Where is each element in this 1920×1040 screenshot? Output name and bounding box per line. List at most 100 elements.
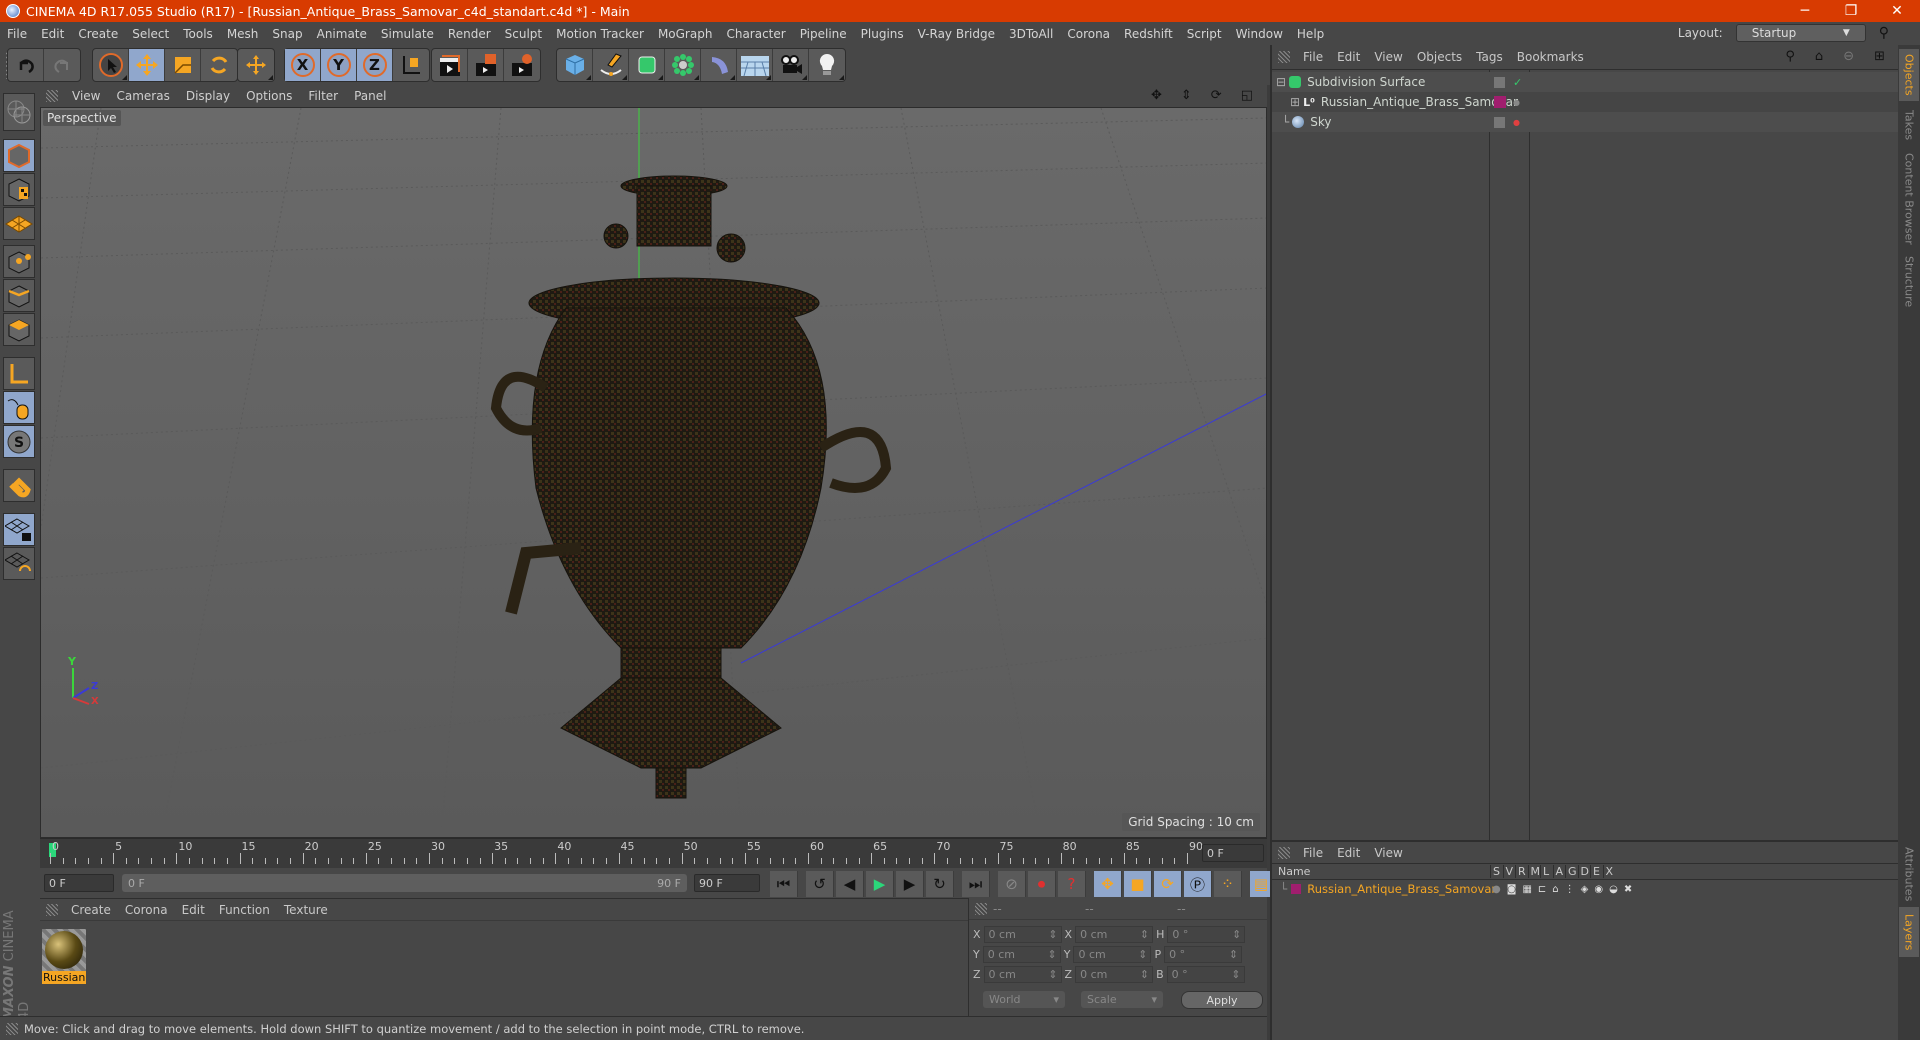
menu-file[interactable]: File bbox=[0, 27, 34, 41]
edges-mode-button[interactable] bbox=[3, 279, 35, 312]
polygons-mode-button[interactable] bbox=[3, 313, 35, 346]
render-toggle-icon[interactable]: ▦ bbox=[1522, 884, 1531, 895]
restore-button[interactable]: ❐ bbox=[1828, 0, 1874, 22]
expressions-toggle-icon[interactable]: ◒ bbox=[1609, 884, 1618, 895]
visibility-dots-icon[interactable]: ● bbox=[1513, 98, 1520, 107]
layer-menu-view[interactable]: View bbox=[1367, 846, 1409, 860]
material-item[interactable]: Russian bbox=[42, 929, 86, 985]
layout-dropdown[interactable]: Startup ▼ bbox=[1735, 24, 1866, 42]
menu-motion-tracker[interactable]: Motion Tracker bbox=[549, 27, 651, 41]
y-axis-button[interactable]: Y bbox=[321, 49, 357, 81]
minimize-button[interactable]: ─ bbox=[1782, 0, 1828, 22]
size-y-field[interactable]: 0 cm ⇕ bbox=[1073, 946, 1152, 963]
layer-column-header[interactable]: G bbox=[1565, 865, 1577, 878]
render-settings-button[interactable] bbox=[504, 49, 540, 81]
layer-column-header[interactable]: X bbox=[1602, 865, 1613, 878]
panel-grip[interactable] bbox=[46, 903, 58, 916]
points-mode-button[interactable] bbox=[3, 245, 35, 278]
keyframe-selection-button[interactable]: ? bbox=[1058, 871, 1086, 897]
layer-column-header[interactable]: V bbox=[1502, 865, 1513, 878]
object-menu-bookmarks[interactable]: Bookmarks bbox=[1510, 50, 1591, 64]
tweak-mode-button[interactable] bbox=[3, 391, 35, 424]
object-menu-tags[interactable]: Tags bbox=[1469, 50, 1510, 64]
viewport-menu-options[interactable]: Options bbox=[238, 89, 300, 103]
xref-toggle-icon[interactable]: ✖ bbox=[1624, 884, 1632, 895]
editor-visibility-icon[interactable] bbox=[1494, 76, 1505, 88]
material-menu-create[interactable]: Create bbox=[64, 903, 118, 917]
viewport-menu-display[interactable]: Display bbox=[178, 89, 238, 103]
menu-edit[interactable]: Edit bbox=[34, 27, 71, 41]
menu-create[interactable]: Create bbox=[71, 27, 125, 41]
timeline-ruler[interactable]: 0 5 10 15 20 25 30 35 40 45 50 55 60 65 70 75 80 85 90 0 F bbox=[40, 838, 1267, 868]
manager-toggle-icon[interactable]: ⊏ bbox=[1538, 884, 1546, 895]
next-keyframe-button[interactable]: ↻ bbox=[926, 871, 954, 897]
orbit-view-icon[interactable]: ⟳ bbox=[1203, 88, 1230, 103]
key-position-button[interactable]: ✥ bbox=[1094, 871, 1122, 897]
add-cloner-button[interactable] bbox=[665, 49, 701, 81]
pos-y-field[interactable]: 0 cm ⇕ bbox=[982, 946, 1061, 963]
menu-vray-bridge[interactable]: V-Ray Bridge bbox=[911, 27, 1002, 41]
key-rotation-button[interactable]: ⟳ bbox=[1154, 871, 1182, 897]
redo-button[interactable] bbox=[44, 49, 80, 81]
menu-render[interactable]: Render bbox=[441, 27, 498, 41]
viewport-menu-panel[interactable]: Panel bbox=[346, 89, 394, 103]
panel-grip[interactable] bbox=[46, 90, 58, 102]
add-spline-button[interactable] bbox=[593, 49, 629, 81]
undo-button[interactable] bbox=[8, 49, 44, 81]
axis-mode-button[interactable] bbox=[3, 357, 35, 390]
search-icon[interactable]: ⚲ bbox=[1778, 49, 1802, 64]
home-icon[interactable]: ⌂ bbox=[1808, 49, 1830, 64]
solo-toggle-icon[interactable]: ● bbox=[1492, 884, 1501, 895]
x-axis-button[interactable]: X bbox=[285, 49, 321, 81]
panel-grip[interactable] bbox=[1278, 846, 1290, 859]
viewport-menu-view[interactable]: View bbox=[64, 89, 108, 103]
object-menu-view[interactable]: View bbox=[1367, 50, 1409, 64]
move-button[interactable] bbox=[129, 49, 165, 81]
go-to-start-button[interactable]: ⏮ bbox=[770, 871, 798, 897]
render-picture-viewer-button[interactable] bbox=[468, 49, 504, 81]
record-active-button[interactable]: ⊘ bbox=[998, 871, 1026, 897]
menu-character[interactable]: Character bbox=[719, 27, 792, 41]
object-row[interactable]: ⊟ Subdivision Surface ✓ bbox=[1272, 72, 1900, 92]
layer-row[interactable]: └ Russian_Antique_Brass_Samovar ● ◙ ▦ ⊏ … bbox=[1272, 880, 1898, 898]
size-z-field[interactable]: 0 cm ⇕ bbox=[1075, 966, 1154, 983]
layer-column-header[interactable]: A bbox=[1552, 865, 1563, 878]
expand-icon[interactable]: ⊞ bbox=[1290, 95, 1300, 109]
render-visibility-dot-icon[interactable]: ● bbox=[1513, 118, 1520, 127]
previous-frame-button[interactable]: ◀ bbox=[836, 871, 864, 897]
add-floor-button[interactable] bbox=[737, 49, 773, 81]
material-menu-texture[interactable]: Texture bbox=[277, 903, 335, 917]
add-camera-button[interactable] bbox=[773, 49, 809, 81]
tab-content-browser[interactable]: Content Browser bbox=[1899, 149, 1919, 249]
pan-view-icon[interactable]: ✥ bbox=[1143, 88, 1170, 103]
animation-toggle-icon[interactable]: ⋮ bbox=[1565, 884, 1575, 895]
layer-color-swatch[interactable] bbox=[1494, 96, 1506, 108]
material-menu-corona[interactable]: Corona bbox=[118, 903, 175, 917]
workplane-rotate-button[interactable] bbox=[3, 547, 35, 580]
make-editable-button[interactable] bbox=[3, 93, 35, 131]
eye-icon[interactable]: ⊖ bbox=[1836, 49, 1861, 64]
layer-menu-file[interactable]: File bbox=[1296, 846, 1330, 860]
material-menu-edit[interactable]: Edit bbox=[175, 903, 212, 917]
coordinate-system-button[interactable] bbox=[393, 49, 429, 81]
object-row[interactable]: ⊞ L⁰ Russian_Antique_Brass_Samovar ● bbox=[1272, 92, 1900, 112]
rot-h-field[interactable]: 0 ° ⇕ bbox=[1167, 926, 1246, 943]
live-selection-button[interactable] bbox=[93, 49, 129, 81]
go-to-end-button[interactable]: ⏭ bbox=[962, 871, 990, 897]
panel-grip[interactable] bbox=[975, 902, 987, 915]
object-row[interactable]: └ Sky ● bbox=[1272, 112, 1900, 132]
layer-column-header[interactable]: R bbox=[1515, 865, 1526, 878]
layer-column-header[interactable]: M bbox=[1527, 865, 1540, 878]
menu-pipeline[interactable]: Pipeline bbox=[793, 27, 854, 41]
size-x-field[interactable]: 0 cm ⇕ bbox=[1075, 926, 1154, 943]
view-toggle-icon[interactable]: ◙ bbox=[1507, 884, 1517, 895]
rot-b-field[interactable]: 0 ° ⇕ bbox=[1166, 966, 1245, 983]
camera-label[interactable]: Perspective bbox=[43, 110, 121, 126]
menu-3dtoall[interactable]: 3DToAll bbox=[1002, 27, 1060, 41]
menu-window[interactable]: Window bbox=[1229, 27, 1290, 41]
menu-script[interactable]: Script bbox=[1180, 27, 1229, 41]
pos-x-field[interactable]: 0 cm ⇕ bbox=[983, 926, 1062, 943]
material-menu-function[interactable]: Function bbox=[212, 903, 277, 917]
current-frame-field[interactable]: 0 F bbox=[1202, 844, 1264, 862]
snap-button[interactable] bbox=[3, 469, 35, 502]
